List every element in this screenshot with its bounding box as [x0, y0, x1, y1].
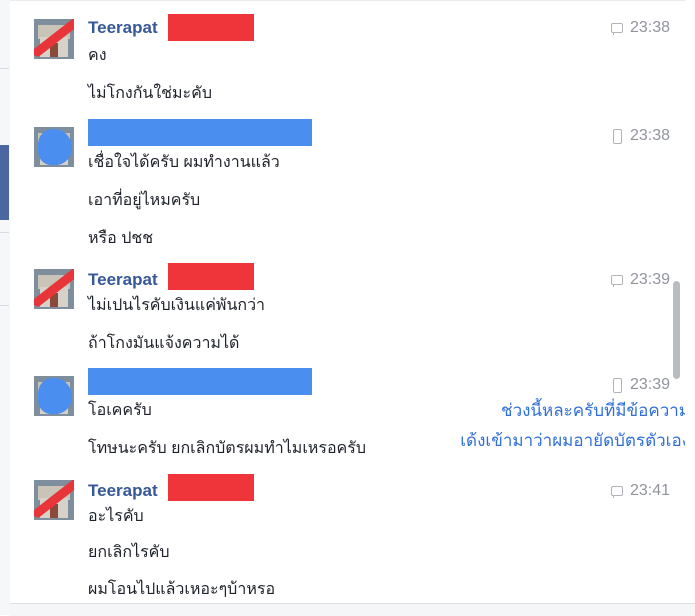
divider	[0, 68, 9, 69]
name-redaction	[168, 474, 254, 501]
redaction-scribble	[38, 378, 72, 414]
divider	[0, 232, 9, 233]
message-text: ถ้าโกงมันแจ้งความได้	[88, 335, 240, 352]
sender-name[interactable]: Teerapat	[88, 480, 158, 502]
name-redaction	[168, 263, 254, 290]
avatar[interactable]	[34, 376, 74, 416]
avatar[interactable]	[34, 127, 74, 167]
avatar[interactable]	[34, 19, 74, 59]
message-time: 23:38	[610, 125, 670, 147]
message-text: ไม่โกงกันใช่มะคับ	[88, 85, 212, 102]
bottom-bar	[10, 603, 695, 616]
name-redaction	[88, 119, 312, 146]
annotation-line: เด้งเข้ามาว่าผมอายัดบัตรตัวเอง	[460, 431, 685, 451]
background-blue-block	[0, 145, 9, 220]
message-time: 23:39	[610, 269, 670, 291]
phone-icon	[610, 129, 624, 144]
chat-icon	[610, 273, 624, 287]
annotation-line: ช่วงนี้หละครับที่มีข้อความ	[501, 401, 685, 421]
message-time: 23:38	[610, 17, 670, 39]
avatar[interactable]	[34, 269, 74, 309]
message-text: หรือ ปชช	[88, 230, 154, 247]
scrollbar[interactable]	[670, 1, 682, 604]
message-time: 23:41	[610, 480, 670, 502]
scrollbar-thumb[interactable]	[673, 281, 680, 379]
avatar[interactable]	[34, 480, 74, 520]
message-text: ยกเลิกไรคับ	[88, 544, 170, 561]
message-text: โอเคครับ	[88, 402, 152, 419]
annotation-text: ช่วงนี้หละครับที่มีข้อความ เด้งเข้ามาว่า…	[420, 396, 685, 456]
message-text: คง	[88, 47, 107, 64]
name-redaction	[168, 14, 254, 41]
redaction-scribble	[38, 129, 72, 165]
name-redaction	[88, 368, 312, 395]
divider	[0, 305, 9, 306]
time-text: 23:41	[629, 482, 670, 499]
chat-icon	[610, 21, 624, 35]
chat-conversation-panel: Teerapat 23:38 คง ไม่โกงกันใช่มะคับ 23:3…	[10, 0, 685, 604]
message-text: เชื่อใจได้ครับ ผมทำงานแล้ว	[88, 154, 280, 171]
sender-name[interactable]: Teerapat	[88, 269, 158, 291]
message-text: ไม่เปนไรคับเงินแค่พันกว่า	[88, 297, 266, 314]
time-text: 23:38	[629, 127, 670, 144]
message-text: อะไรคับ	[88, 508, 144, 525]
message-text: เอาที่อยู่ไหมครับ	[88, 192, 201, 209]
time-text: 23:39	[629, 271, 670, 288]
sender-name[interactable]: Teerapat	[88, 17, 158, 39]
message-time: 23:39	[610, 374, 670, 396]
chat-icon	[610, 484, 624, 498]
time-text: 23:38	[629, 19, 670, 36]
message-text: ผมโอนไปแล้วเหอะๆบ้าหรอ	[88, 581, 276, 598]
phone-icon	[610, 378, 624, 393]
time-text: 23:39	[629, 376, 670, 393]
message-text: โทษนะครับ ยกเลิกบัตรผมทำไมเหรอครับ	[88, 440, 366, 457]
